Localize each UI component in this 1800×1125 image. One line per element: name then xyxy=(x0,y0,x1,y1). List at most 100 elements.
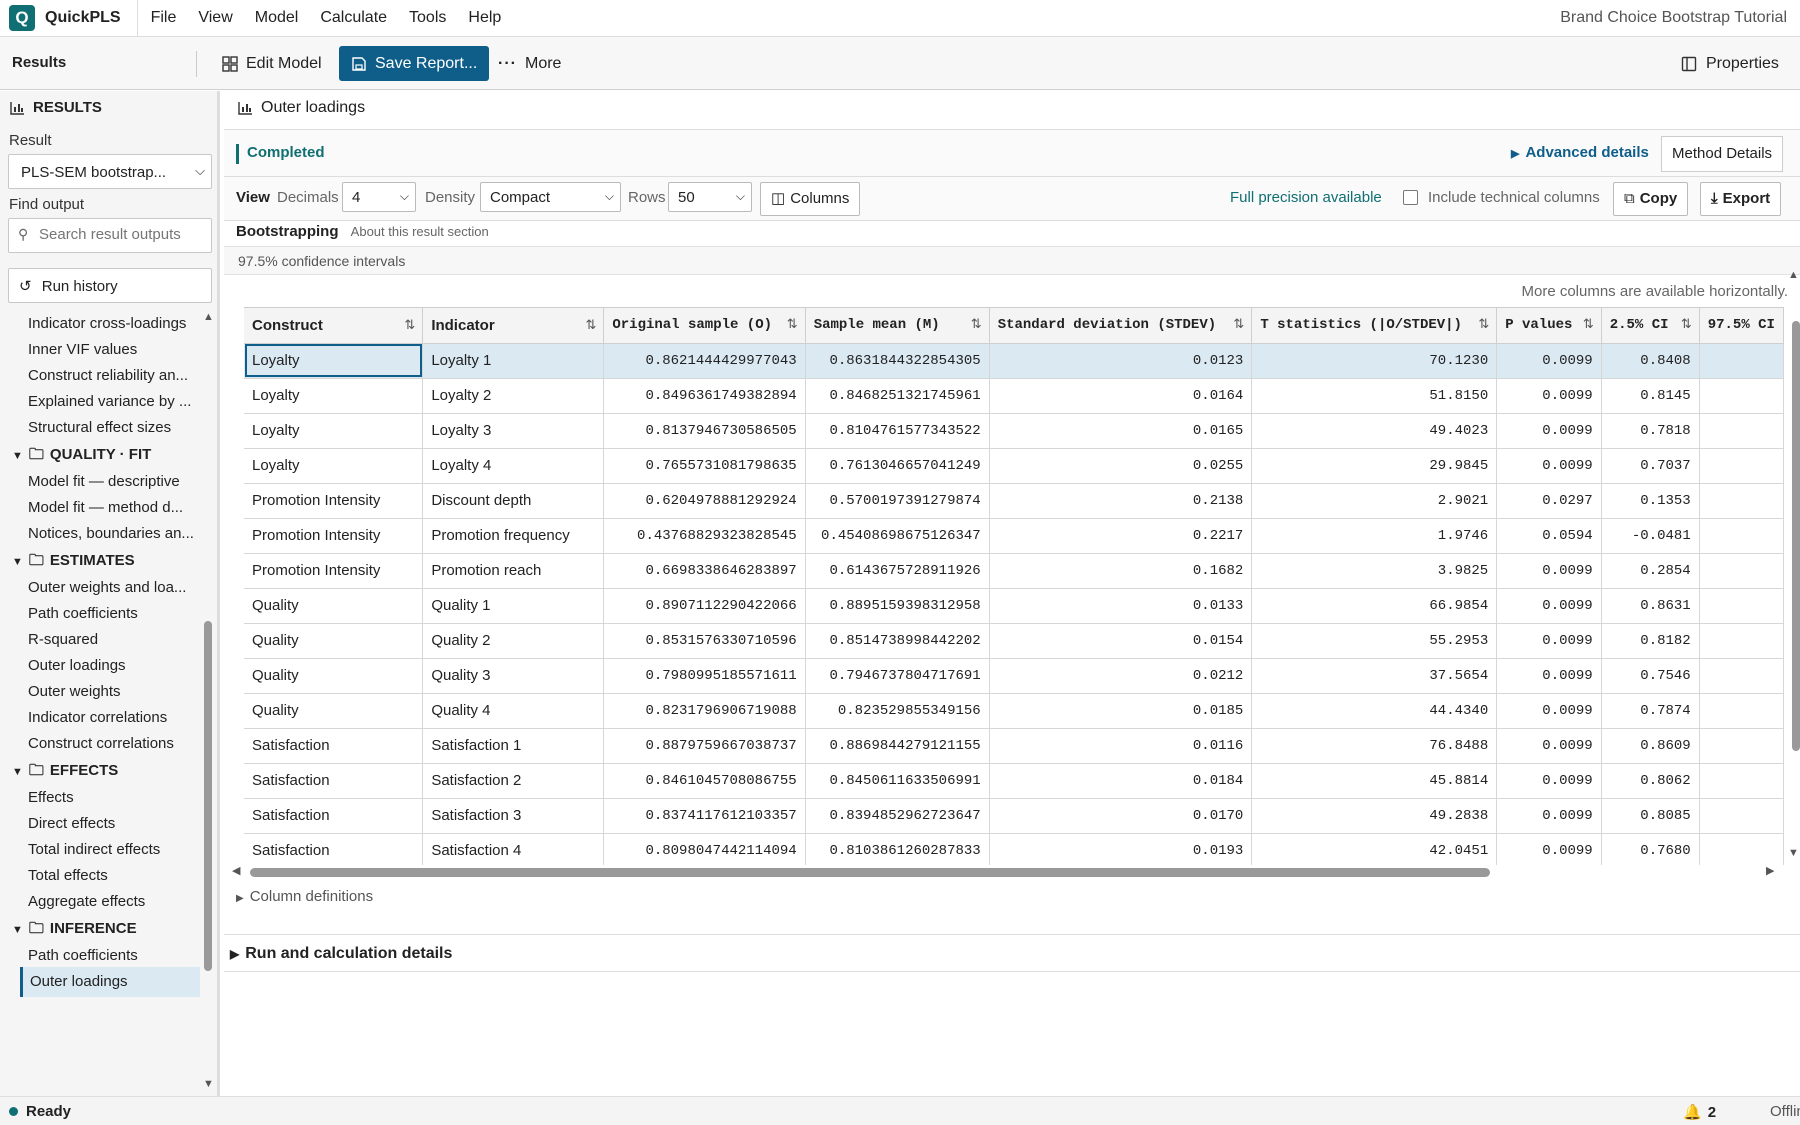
table-cell[interactable]: Satisfaction 4 xyxy=(422,833,605,865)
scroll-down-arrow-icon[interactable]: ▼ xyxy=(203,1078,214,1090)
table-cell[interactable]: 1.9746 xyxy=(1251,518,1498,554)
table-row[interactable]: Quality Quality 3 0.7980995185571611 0.7946… xyxy=(244,658,1784,694)
menu-model[interactable]: Model xyxy=(244,9,310,27)
include-technical-checkbox[interactable] xyxy=(1403,190,1418,205)
table-row[interactable]: Loyalty Loyalty 3 0.8137946730586505 0.8104… xyxy=(244,413,1784,449)
table-cell[interactable]: Satisfaction xyxy=(244,728,424,764)
sort-icon[interactable]: ⇅ xyxy=(787,317,798,332)
table-cell[interactable]: Promotion Intensity xyxy=(244,553,424,589)
export-button[interactable]: ⤓ Export xyxy=(1700,182,1782,216)
result-select[interactable]: PLS-SEM bootstrap... ⌵ xyxy=(8,154,212,189)
table-cell[interactable]: 37.5654 xyxy=(1251,658,1498,694)
run-details-toggle[interactable]: ▶ Run and calculation details xyxy=(224,934,1800,972)
table-cell[interactable]: 0.8468251321745961 xyxy=(805,378,990,414)
table-cell[interactable]: Quality 2 xyxy=(422,623,605,659)
column-header[interactable]: Sample mean (M) ⇅ xyxy=(805,308,990,344)
table-cell[interactable]: 0.8374117612103357 xyxy=(603,798,806,834)
more-button[interactable]: ··· More xyxy=(498,46,561,81)
table-cell[interactable]: 0.0099 xyxy=(1496,623,1602,659)
sort-icon[interactable]: ⇅ xyxy=(1478,317,1489,332)
menu-file[interactable]: File xyxy=(140,9,188,27)
table-cell[interactable]: 0.7980995185571611 xyxy=(603,658,806,694)
table-cell[interactable]: 0.8514738998442202 xyxy=(805,623,990,659)
decimals-select[interactable]: 4 ⌵ xyxy=(342,182,416,212)
table-cell[interactable]: 0.8895159398312958 xyxy=(805,588,990,624)
table-cell[interactable]: 44.4340 xyxy=(1251,693,1498,729)
table-row[interactable]: Loyalty Loyalty 4 0.7655731081798635 0.7613… xyxy=(244,448,1784,484)
table-cell[interactable]: 0.0099 xyxy=(1496,448,1602,484)
tree-group-inference[interactable]: ▼ 🗀 INFERENCE xyxy=(12,914,137,944)
table-cell[interactable]: 0.0170 xyxy=(989,798,1253,834)
table-cell[interactable] xyxy=(1699,483,1784,519)
column-definitions-toggle[interactable]: ▶ Column definitions xyxy=(236,888,373,905)
column-header[interactable]: P values ⇅ xyxy=(1496,308,1602,344)
table-cell[interactable] xyxy=(1699,518,1784,554)
table-cell[interactable]: 0.8531576330710596 xyxy=(603,623,806,659)
tree-item[interactable]: Structural effect sizes xyxy=(28,413,194,443)
table-vertical-scrollbar[interactable] xyxy=(1792,321,1800,751)
table-row[interactable]: Promotion Intensity Promotion frequency 0.… xyxy=(244,518,1784,554)
table-cell[interactable]: 0.2854 xyxy=(1601,553,1700,589)
table-cell[interactable] xyxy=(1699,693,1784,729)
table-row[interactable]: Loyalty Loyalty 1 0.8621444429977043 0.8631… xyxy=(244,343,1784,379)
table-cell[interactable]: 0.8062 xyxy=(1601,763,1700,799)
table-cell[interactable]: 0.6143675728911926 xyxy=(805,553,990,589)
table-cell[interactable]: Satisfaction 1 xyxy=(422,728,605,764)
tree-group-estimates[interactable]: ▼ 🗀 ESTIMATES xyxy=(12,546,135,576)
table-row[interactable]: Satisfaction Satisfaction 4 0.809804744211… xyxy=(244,833,1784,865)
table-cell[interactable]: 0.8182 xyxy=(1601,623,1700,659)
table-cell[interactable]: 55.2953 xyxy=(1251,623,1498,659)
table-cell[interactable]: Promotion frequency xyxy=(422,518,605,554)
table-cell[interactable]: Satisfaction 2 xyxy=(422,763,605,799)
table-cell[interactable]: 0.0099 xyxy=(1496,693,1602,729)
sort-icon[interactable]: ⇅ xyxy=(404,317,415,333)
table-cell[interactable]: 0.7680 xyxy=(1601,833,1700,865)
table-row[interactable]: Satisfaction Satisfaction 1 0.887975966703… xyxy=(244,728,1784,764)
table-cell[interactable]: 0.823529855349156 xyxy=(805,693,990,729)
table-cell[interactable]: Quality 3 xyxy=(422,658,605,694)
table-cell[interactable]: 49.4023 xyxy=(1251,413,1498,449)
table-cell[interactable] xyxy=(1699,448,1784,484)
table-cell[interactable]: Loyalty xyxy=(244,448,424,484)
table-cell[interactable]: Promotion reach xyxy=(422,553,605,589)
table-cell[interactable] xyxy=(1699,798,1784,834)
table-cell[interactable]: 0.0133 xyxy=(989,588,1253,624)
table-cell[interactable]: 0.5700197391279874 xyxy=(805,483,990,519)
advanced-details-link[interactable]: ▶ Advanced details xyxy=(1511,144,1649,161)
scroll-up-arrow-icon[interactable]: ▲ xyxy=(1788,269,1799,281)
table-cell[interactable]: 0.0099 xyxy=(1496,413,1602,449)
table-cell[interactable]: 0.0099 xyxy=(1496,553,1602,589)
table-cell[interactable] xyxy=(1699,413,1784,449)
table-cell[interactable]: 0.8609 xyxy=(1601,728,1700,764)
table-cell[interactable]: 0.7613046657041249 xyxy=(805,448,990,484)
table-cell[interactable]: 0.0099 xyxy=(1496,728,1602,764)
column-header[interactable]: Standard deviation (STDEV) ⇅ xyxy=(989,308,1253,344)
table-cell[interactable]: 0.6698338646283897 xyxy=(603,553,806,589)
sort-icon[interactable]: ⇅ xyxy=(971,317,982,332)
table-cell[interactable]: 0.8869844279121155 xyxy=(805,728,990,764)
table-cell[interactable] xyxy=(1699,343,1784,379)
table-cell[interactable]: Quality 1 xyxy=(422,588,605,624)
table-cell[interactable]: 0.0099 xyxy=(1496,798,1602,834)
table-cell[interactable]: 0.7037 xyxy=(1601,448,1700,484)
tree-item[interactable]: Notices, boundaries an... xyxy=(28,519,194,549)
table-cell[interactable]: 0.8231796906719088 xyxy=(603,693,806,729)
table-cell[interactable]: Satisfaction 3 xyxy=(422,798,605,834)
column-header[interactable]: T statistics (|O/STDEV|) ⇅ xyxy=(1251,308,1498,344)
table-cell[interactable]: 0.0297 xyxy=(1496,483,1602,519)
table-cell[interactable]: Satisfaction xyxy=(244,798,424,834)
table-cell[interactable]: 3.9825 xyxy=(1251,553,1498,589)
table-row[interactable]: Promotion Intensity Promotion reach 0.6698… xyxy=(244,553,1784,589)
table-cell[interactable]: 0.8104761577343522 xyxy=(805,413,990,449)
column-header[interactable]: Original sample (O) ⇅ xyxy=(603,308,806,344)
search-input[interactable] xyxy=(39,226,204,243)
sort-icon[interactable]: ⇅ xyxy=(585,317,596,333)
rows-select[interactable]: 50 ⌵ xyxy=(668,182,752,212)
table-cell[interactable]: 0.0099 xyxy=(1496,658,1602,694)
tree-item[interactable]: Construct correlations xyxy=(28,729,194,759)
table-cell[interactable]: 0.0594 xyxy=(1496,518,1602,554)
table-cell[interactable]: Promotion Intensity xyxy=(244,518,424,554)
sort-icon[interactable]: ⇅ xyxy=(1681,317,1692,332)
table-cell[interactable]: 0.1353 xyxy=(1601,483,1700,519)
table-cell[interactable]: Quality xyxy=(244,623,424,659)
